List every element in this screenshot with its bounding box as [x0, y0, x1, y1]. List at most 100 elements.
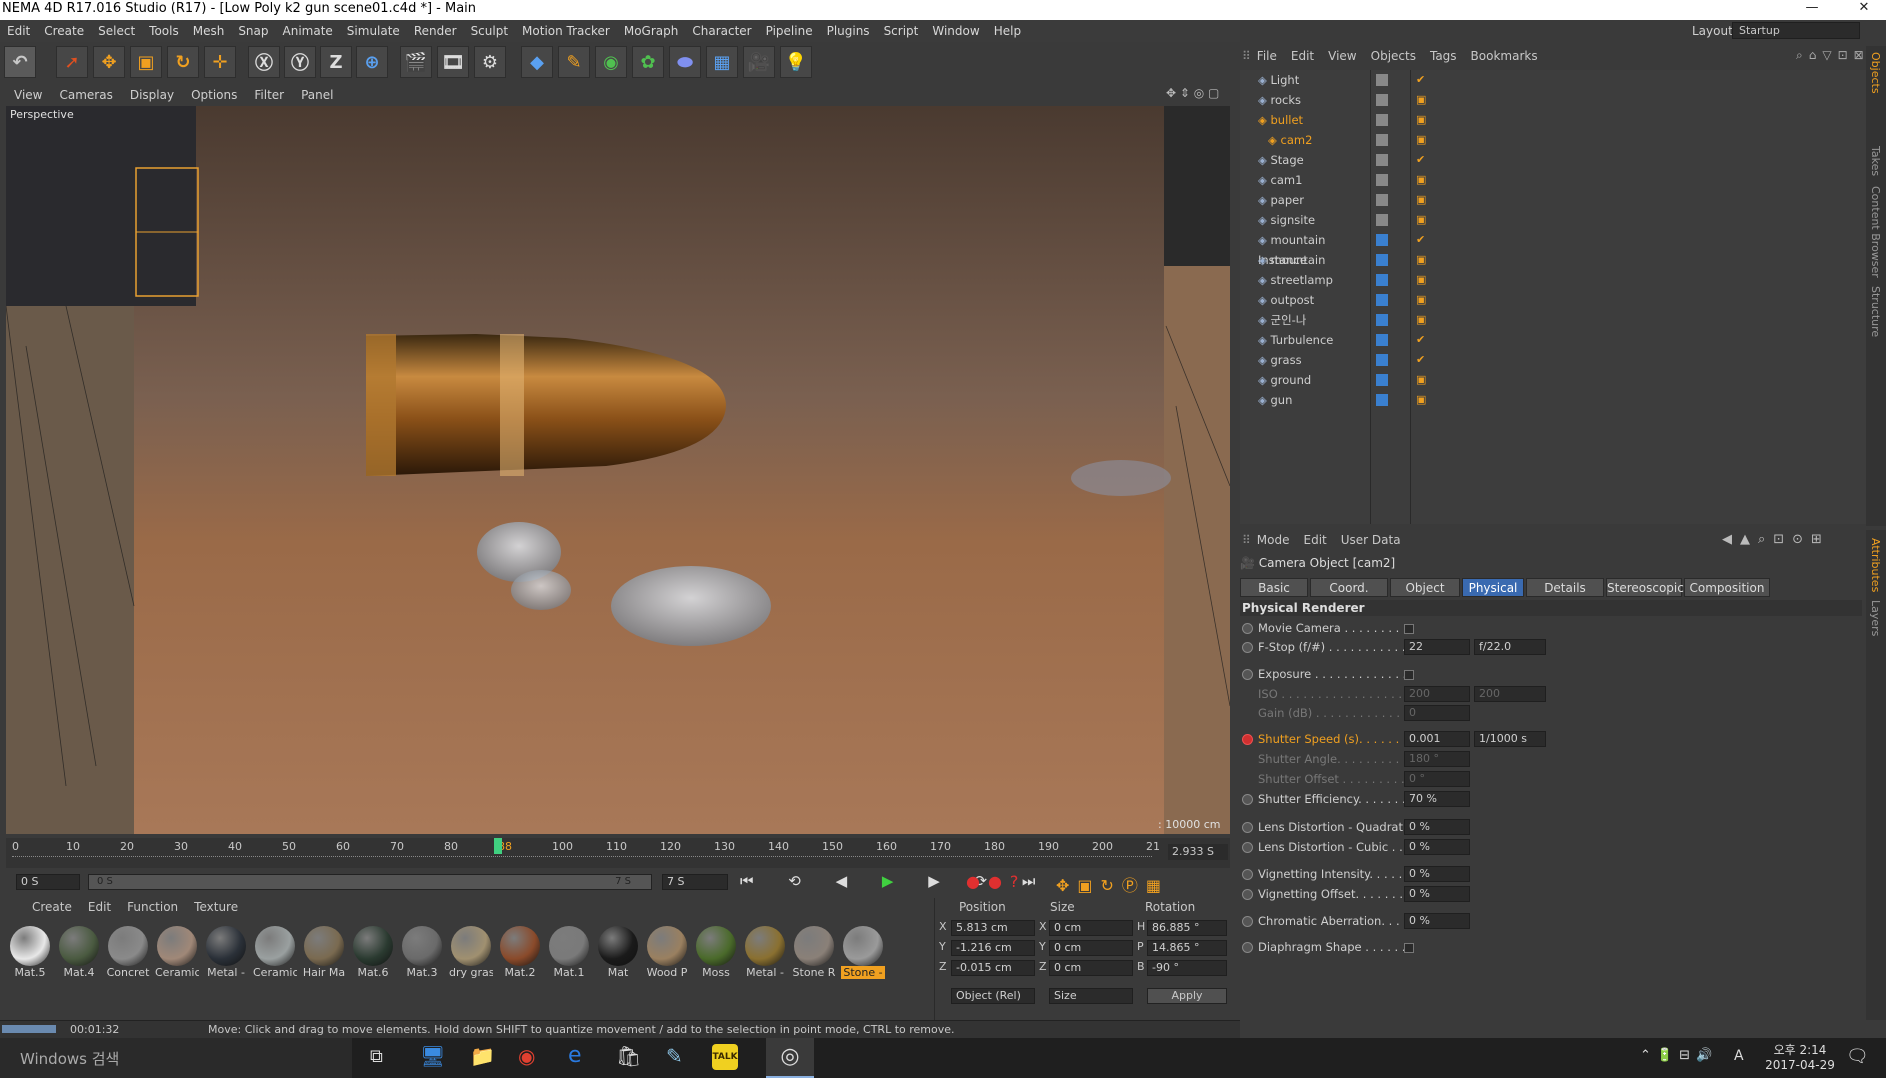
menu-plugins[interactable]: Plugins [820, 24, 877, 38]
chrom-anim-icon[interactable] [1242, 916, 1253, 927]
exposure-checkbox[interactable] [1404, 670, 1414, 680]
layer-color-swatch[interactable] [1376, 394, 1388, 406]
material-item[interactable]: Metal - [204, 924, 248, 980]
start-field[interactable]: 0 S [16, 874, 80, 890]
material-item[interactable]: Mat.3 [400, 924, 444, 980]
key-mode-icons[interactable]: ✥▣↻Ⓟ▦ [1056, 872, 1226, 896]
record-keys-icons[interactable]: ●●? [966, 872, 1036, 891]
layer-color-swatch[interactable] [1376, 354, 1388, 366]
attr-menu-userdata[interactable]: User Data [1341, 533, 1401, 547]
pen-app-icon[interactable]: ✎ [666, 1044, 683, 1068]
side-tab-structure[interactable]: Structure [1869, 286, 1882, 337]
layer-color-swatch[interactable] [1376, 74, 1388, 86]
attributes-nav-icons[interactable]: ◀▲⌕⊡⊙⊞ [1722, 532, 1830, 547]
shutter-angle-field[interactable]: 180 ° [1404, 751, 1470, 767]
scale-tool-icon[interactable]: ▣ [130, 46, 162, 78]
menu-script[interactable]: Script [877, 24, 926, 38]
tab-physical[interactable]: Physical [1462, 578, 1524, 597]
menu-pipeline[interactable]: Pipeline [759, 24, 820, 38]
menu-help[interactable]: Help [987, 24, 1028, 38]
material-item[interactable]: Mat [596, 924, 640, 980]
rotation-field[interactable]: 86.885 ° [1147, 920, 1227, 936]
object-row[interactable]: ◈ rocks [1240, 90, 1372, 110]
layer-color-swatch[interactable] [1376, 154, 1388, 166]
vig-off-anim-icon[interactable] [1242, 889, 1253, 900]
material-item[interactable]: Metal - [743, 924, 787, 980]
object-tags[interactable]: ▣ [1416, 193, 1426, 207]
x-axis-icon[interactable]: Ⓧ [248, 46, 280, 78]
material-menu-edit[interactable]: Edit [88, 900, 111, 914]
object-tags[interactable]: ✔ [1416, 233, 1425, 247]
object-menu-tags[interactable]: Tags [1430, 49, 1457, 63]
tray-time[interactable]: 오후 2:14 [1760, 1041, 1840, 1058]
apply-button[interactable]: Apply [1147, 988, 1227, 1004]
position-field[interactable]: -0.015 cm [951, 960, 1035, 976]
object-row[interactable]: ◈ cam1 [1240, 170, 1372, 190]
size-mode-dropdown[interactable]: Size [1049, 988, 1133, 1004]
object-row[interactable]: ◈ cam2 [1240, 130, 1372, 150]
material-item[interactable]: Mat.6 [351, 924, 395, 980]
menu-simulate[interactable]: Simulate [340, 24, 407, 38]
size-field[interactable]: 0 cm [1049, 960, 1133, 976]
play-icon[interactable]: ▶ [882, 872, 909, 890]
shutter-eff-anim-icon[interactable] [1242, 794, 1253, 805]
z-axis-icon[interactable]: Z [320, 46, 352, 78]
object-tags[interactable]: ✔ [1416, 73, 1425, 87]
material-item[interactable]: Stone - [841, 924, 885, 980]
material-item[interactable]: Concret [106, 924, 150, 980]
object-tags[interactable]: ▣ [1416, 113, 1426, 127]
kakaotalk-icon[interactable]: TALK [712, 1044, 738, 1070]
material-item[interactable]: Mat.5 [8, 924, 52, 980]
object-row[interactable]: ◈ Turbulence [1240, 330, 1372, 350]
tab-basic[interactable]: Basic [1240, 578, 1308, 597]
camera-icon[interactable]: 🎥 [743, 46, 775, 78]
network-app-icon[interactable]: 🖥 [420, 1044, 445, 1068]
pen-icon[interactable]: ✎ [558, 46, 590, 78]
menu-select[interactable]: Select [91, 24, 142, 38]
object-menu-edit[interactable]: Edit [1291, 49, 1314, 63]
timeline-ruler[interactable]: 0 10 20 30 40 50 60 70 80 88 100 110 120 130 140 150 160… [6, 838, 1230, 868]
material-menu-create[interactable]: Create [32, 900, 72, 914]
shutter-eff-field[interactable]: 70 % [1404, 791, 1470, 807]
layer-color-swatch[interactable] [1376, 234, 1388, 246]
diaphragm-checkbox[interactable] [1404, 943, 1414, 953]
undo-icon[interactable]: ↶ [4, 46, 36, 78]
layer-color-swatch[interactable] [1376, 294, 1388, 306]
object-menu-bookmarks[interactable]: Bookmarks [1471, 49, 1538, 63]
tab-stereoscopic[interactable]: Stereoscopic [1606, 578, 1684, 597]
object-row[interactable]: ◈ mountain [1240, 250, 1372, 270]
viewport-menu-view[interactable]: View [14, 88, 42, 102]
material-menu-texture[interactable]: Texture [194, 900, 238, 914]
object-row[interactable]: ◈ mountain Instance [1240, 230, 1372, 267]
object-menu-view[interactable]: View [1328, 49, 1356, 63]
end-field[interactable]: 7 S [662, 874, 728, 890]
tray-icons[interactable]: ⌃🔋⊟🔊 [1640, 1048, 1718, 1063]
menu-edit[interactable]: Edit [0, 24, 37, 38]
object-row[interactable]: ◈ gun [1240, 390, 1372, 410]
menu-create[interactable]: Create [37, 24, 91, 38]
object-tags[interactable]: ▣ [1416, 253, 1426, 267]
object-tags[interactable]: ▣ [1416, 133, 1426, 147]
playhead[interactable] [494, 838, 502, 854]
chrom-field[interactable]: 0 % [1404, 913, 1470, 929]
render-view-icon[interactable]: 🎬 [400, 46, 432, 78]
object-tags[interactable]: ✔ [1416, 333, 1425, 347]
layer-color-swatch[interactable] [1376, 114, 1388, 126]
fstop-field[interactable]: 22 [1404, 639, 1470, 655]
cinema4d-taskbar-icon[interactable]: ◎ [766, 1038, 814, 1078]
object-row[interactable]: ◈ ground [1240, 370, 1372, 390]
render-settings-icon[interactable]: ⚙ [474, 46, 506, 78]
attr-menu-mode[interactable]: Mode [1257, 533, 1290, 547]
object-tags[interactable]: ✔ [1416, 153, 1425, 167]
size-field[interactable]: 0 cm [1049, 920, 1133, 936]
select-tool-icon[interactable]: ➚ [56, 46, 88, 78]
exposure-anim-icon[interactable] [1242, 669, 1253, 680]
material-item[interactable]: Ceramic [155, 924, 199, 980]
light-icon[interactable]: 💡 [780, 46, 812, 78]
menu-character[interactable]: Character [685, 24, 758, 38]
object-row[interactable]: ◈ Stage [1240, 150, 1372, 170]
material-item[interactable]: Hair Ma [302, 924, 346, 980]
object-row[interactable]: ◈ paper [1240, 190, 1372, 210]
rotation-field[interactable]: -90 ° [1147, 960, 1227, 976]
movie-camera-anim-icon[interactable] [1242, 623, 1253, 634]
